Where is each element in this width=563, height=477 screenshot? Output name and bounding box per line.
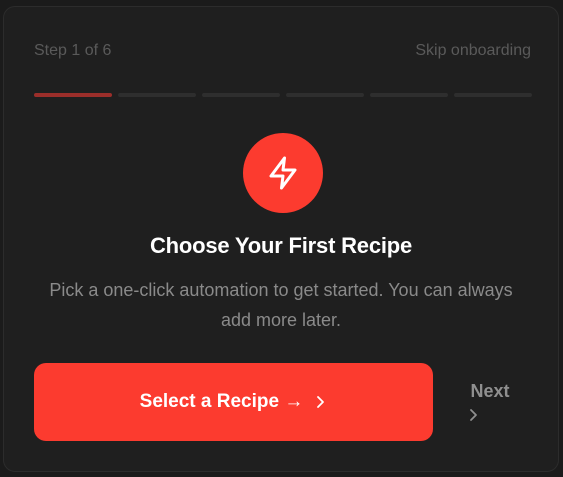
recipe-icon-badge (243, 133, 323, 213)
skip-onboarding-link[interactable]: Skip onboarding (415, 42, 531, 60)
next-button-label: Next (470, 381, 510, 401)
chevron-right-icon (470, 409, 477, 421)
progress-segment-6 (454, 93, 532, 97)
select-recipe-button[interactable]: Select a Recipe → (34, 363, 433, 441)
progress-segment-4 (286, 93, 364, 97)
onboarding-card: Step 1 of 6 Skip onboarding Choose Your … (3, 6, 559, 472)
progress-segment-1 (34, 93, 112, 97)
progress-segment-3 (202, 93, 280, 97)
select-recipe-button-label: Select a Recipe → (139, 391, 304, 412)
progress-bar (34, 93, 532, 97)
progress-segment-5 (370, 93, 448, 97)
page-title: Choose Your First Recipe (149, 233, 413, 258)
progress-segment-2 (118, 93, 196, 97)
page-description: Pick a one-click automation to get start… (49, 280, 513, 330)
next-button[interactable]: Next (456, 381, 524, 422)
lightning-bolt-icon (269, 156, 297, 190)
step-indicator: Step 1 of 6 (34, 42, 112, 59)
chevron-right-icon (317, 396, 325, 408)
